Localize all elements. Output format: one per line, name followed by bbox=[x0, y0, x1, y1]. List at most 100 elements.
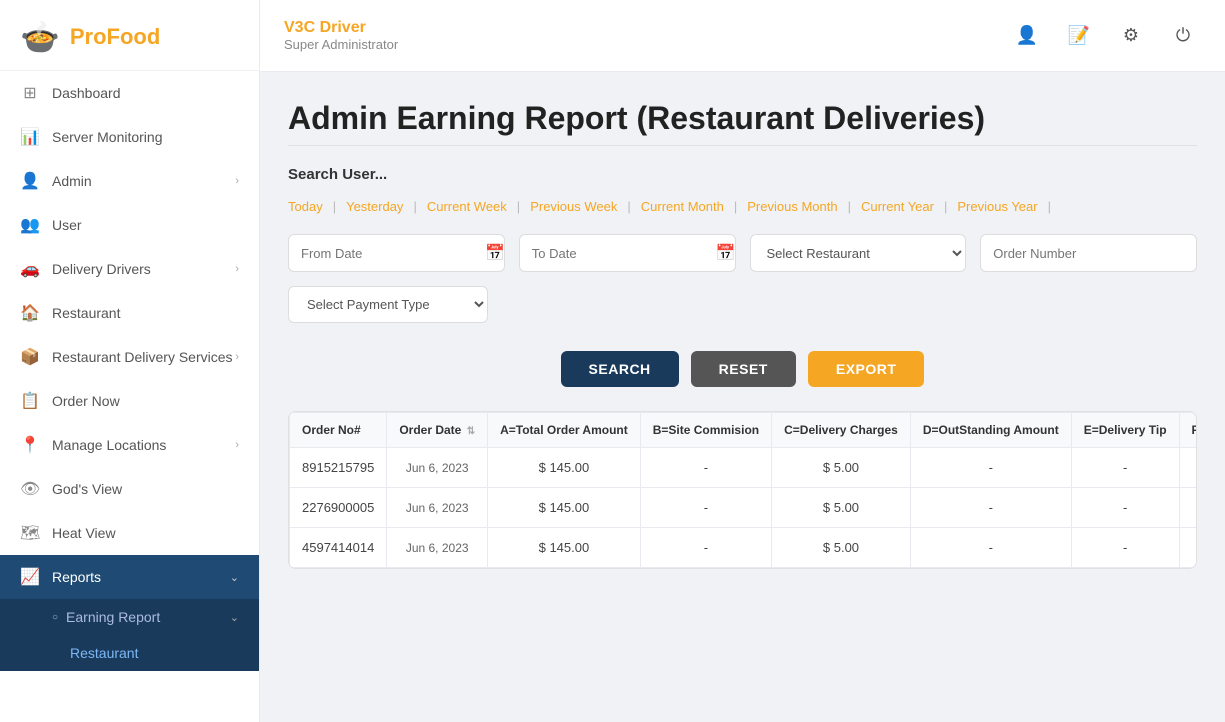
gods-view-icon: 👁 bbox=[20, 479, 40, 499]
title-divider bbox=[288, 145, 1197, 146]
page-title: Admin Earning Report (Restaurant Deliver… bbox=[288, 100, 1197, 137]
filter-previous-week[interactable]: Previous Week bbox=[520, 199, 627, 214]
search-button[interactable]: SEARCH bbox=[561, 351, 679, 387]
col-order-no: Order No# bbox=[290, 413, 387, 448]
header-user-info: V3C Driver Super Administrator bbox=[284, 19, 398, 52]
header-icons: 👤 📝 ⚙ ⏻ bbox=[1009, 18, 1201, 54]
delivery-drivers-icon: 🚗 bbox=[20, 259, 40, 279]
reports-icon: 📈 bbox=[20, 567, 40, 587]
sidebar-item-server-monitoring[interactable]: 📊 Server Monitoring bbox=[0, 115, 259, 159]
settings-icon[interactable]: ⚙ bbox=[1113, 18, 1149, 54]
chevron-right-icon: › bbox=[235, 351, 239, 363]
col-b-site: B=Site Commision bbox=[640, 413, 771, 448]
manage-locations-icon: 📍 bbox=[20, 435, 40, 455]
sidebar-item-label: Admin bbox=[52, 173, 92, 189]
sort-icon: ⇅ bbox=[467, 426, 475, 437]
filter-links: Today | Yesterday | Current Week | Previ… bbox=[288, 199, 1197, 214]
cell-order-date: Jun 6, 2023 bbox=[387, 528, 488, 568]
cell-a-total: $ 145.00 bbox=[488, 448, 641, 488]
calendar-icon: 📅 bbox=[485, 243, 505, 263]
sidebar-item-restaurant-delivery[interactable]: 📦 Restaurant Delivery Services › bbox=[0, 335, 259, 379]
sidebar: 🍲 ProFood ⊞ Dashboard 📊 Server Monitorin… bbox=[0, 0, 260, 722]
filter-current-week[interactable]: Current Week bbox=[417, 199, 517, 214]
sidebar-item-reports[interactable]: 📈 Reports ⌄ bbox=[0, 555, 259, 599]
sidebar-item-earning-report[interactable]: ○ Earning Report ⌄ bbox=[0, 599, 259, 635]
sidebar-item-restaurant-sub[interactable]: Restaurant bbox=[0, 635, 259, 671]
sidebar-item-admin[interactable]: 👤 Admin › bbox=[0, 159, 259, 203]
calendar-icon: 📅 bbox=[716, 243, 736, 263]
cell-order-date: Jun 6, 2023 bbox=[387, 488, 488, 528]
from-date-input[interactable] bbox=[301, 246, 477, 261]
cell-f-tax: - bbox=[1179, 448, 1197, 488]
sidebar-item-dashboard[interactable]: ⊞ Dashboard bbox=[0, 71, 259, 115]
order-now-icon: 📋 bbox=[20, 391, 40, 411]
page-content: Admin Earning Report (Restaurant Deliver… bbox=[260, 72, 1225, 722]
col-order-date[interactable]: Order Date ⇅ bbox=[387, 413, 488, 448]
table-header-row: Order No# Order Date ⇅ A=Total Order Amo… bbox=[290, 413, 1198, 448]
sidebar-item-delivery-drivers[interactable]: 🚗 Delivery Drivers › bbox=[0, 247, 259, 291]
cell-d-outstanding: - bbox=[910, 488, 1071, 528]
order-number-input[interactable] bbox=[993, 246, 1184, 261]
logo-text: ProFood bbox=[70, 24, 160, 50]
sidebar-item-label: User bbox=[52, 217, 82, 233]
filter-previous-year[interactable]: Previous Year bbox=[947, 199, 1047, 214]
select-payment-type-dropdown[interactable]: Select Payment Type bbox=[288, 286, 488, 323]
cell-d-outstanding: - bbox=[910, 448, 1071, 488]
cell-f-tax: - bbox=[1179, 528, 1197, 568]
header-role: Super Administrator bbox=[284, 37, 398, 52]
reset-button[interactable]: RESET bbox=[691, 351, 796, 387]
cell-f-tax: - bbox=[1179, 488, 1197, 528]
cell-order-no: 2276900005 bbox=[290, 488, 387, 528]
select-restaurant-dropdown[interactable]: Select Restaurant bbox=[750, 234, 967, 272]
server-monitoring-icon: 📊 bbox=[20, 127, 40, 147]
logout-icon[interactable]: ⏻ bbox=[1165, 18, 1201, 54]
main-area: V3C Driver Super Administrator 👤 📝 ⚙ ⏻ A… bbox=[260, 0, 1225, 722]
user-icon: 👥 bbox=[20, 215, 40, 235]
filter-row-1: 📅 📅 Select Restaurant bbox=[288, 234, 1197, 272]
heat-view-icon: 🗺 bbox=[20, 523, 40, 543]
dashboard-icon: ⊞ bbox=[20, 83, 40, 103]
sidebar-item-label: Server Monitoring bbox=[52, 129, 163, 145]
chevron-down-icon: ⌄ bbox=[230, 571, 239, 584]
cell-e-delivery-tip: - bbox=[1071, 528, 1179, 568]
from-date-input-container: 📅 bbox=[288, 234, 505, 272]
filter-current-year[interactable]: Current Year bbox=[851, 199, 944, 214]
filter-previous-month[interactable]: Previous Month bbox=[737, 199, 847, 214]
export-button[interactable]: EXPORT bbox=[808, 351, 925, 387]
sidebar-item-user[interactable]: 👥 User bbox=[0, 203, 259, 247]
filter-row-2: Select Payment Type bbox=[288, 286, 1197, 323]
sidebar-item-heat-view[interactable]: 🗺 Heat View bbox=[0, 511, 259, 555]
sidebar-item-label: Heat View bbox=[52, 525, 116, 541]
sidebar-sub-label: Earning Report bbox=[66, 609, 160, 625]
filter-current-month[interactable]: Current Month bbox=[631, 199, 734, 214]
cell-c-delivery: $ 5.00 bbox=[772, 528, 911, 568]
col-e-delivery-tip: E=Delivery Tip bbox=[1071, 413, 1179, 448]
col-a-total: A=Total Order Amount bbox=[488, 413, 641, 448]
sidebar-item-label: Order Now bbox=[52, 393, 120, 409]
logo-icon: 🍲 bbox=[20, 18, 60, 56]
cell-d-outstanding: - bbox=[910, 528, 1071, 568]
profile-icon[interactable]: 👤 bbox=[1009, 18, 1045, 54]
sidebar-item-order-now[interactable]: 📋 Order Now bbox=[0, 379, 259, 423]
sidebar-item-gods-view[interactable]: 👁 God's View bbox=[0, 467, 259, 511]
notifications-icon[interactable]: 📝 bbox=[1061, 18, 1097, 54]
table-row: 2276900005 Jun 6, 2023 $ 145.00 - $ 5.00… bbox=[290, 488, 1198, 528]
col-d-outstanding: D=OutStanding Amount bbox=[910, 413, 1071, 448]
logo: 🍲 ProFood bbox=[0, 0, 259, 71]
cell-order-no: 4597414014 bbox=[290, 528, 387, 568]
cell-b-site: - bbox=[640, 528, 771, 568]
cell-order-no: 8915215795 bbox=[290, 448, 387, 488]
filter-today[interactable]: Today bbox=[288, 199, 333, 214]
sidebar-item-manage-locations[interactable]: 📍 Manage Locations › bbox=[0, 423, 259, 467]
sidebar-item-restaurant[interactable]: 🏠 Restaurant bbox=[0, 291, 259, 335]
chevron-down-icon: ⌄ bbox=[230, 611, 239, 624]
cell-c-delivery: $ 5.00 bbox=[772, 448, 911, 488]
table-row: 8915215795 Jun 6, 2023 $ 145.00 - $ 5.00… bbox=[290, 448, 1198, 488]
chevron-right-icon: › bbox=[235, 439, 239, 451]
to-date-input-container: 📅 bbox=[519, 234, 736, 272]
sidebar-item-label: Dashboard bbox=[52, 85, 121, 101]
to-date-input[interactable] bbox=[532, 246, 708, 261]
circle-icon: ○ bbox=[52, 612, 58, 623]
chevron-right-icon: › bbox=[235, 263, 239, 275]
filter-yesterday[interactable]: Yesterday bbox=[336, 199, 413, 214]
